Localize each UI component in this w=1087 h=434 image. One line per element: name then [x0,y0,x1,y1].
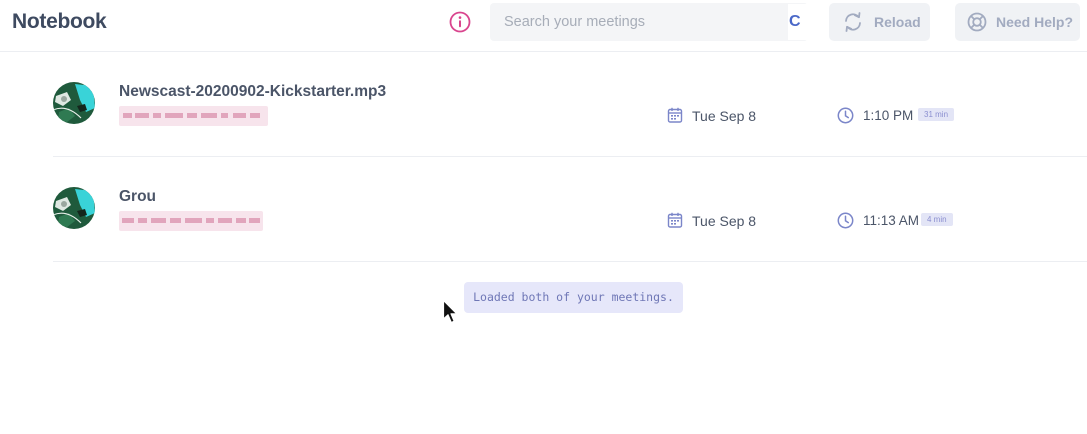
reload-icon [845,12,861,32]
lifebuoy-icon [967,12,987,32]
clock-icon [837,107,854,124]
meeting-title[interactable]: Grou [119,188,156,206]
mouse-pointer-icon [442,299,458,324]
clock-icon [837,212,854,229]
avatar [53,187,95,229]
app-header: Notebook C Reload Need Help? [0,0,1087,52]
redacted-snippet [119,106,268,126]
duration-badge: 31 min [918,108,955,121]
calendar-icon [667,212,683,228]
duration-badge: 4 min [921,213,953,226]
page-title: Notebook [12,10,107,33]
status-toast: Loaded both of your meetings. [464,282,683,313]
meeting-date: Tue Sep 8 [692,108,757,124]
reload-label: Reload [874,14,921,30]
meeting-title[interactable]: Newscast-20200902-Kickstarter.mp3 [119,83,386,101]
need-help-button[interactable]: Need Help? [955,3,1080,41]
meeting-row[interactable]: Grou Tue Sep 8 11:13 AM 4 min [53,157,1087,262]
search-box: C [490,3,808,41]
need-help-label: Need Help? [996,14,1074,30]
search-input[interactable] [490,3,788,41]
meeting-row[interactable]: Newscast-20200902-Kickstarter.mp3 Tue Se… [53,52,1087,157]
meeting-date: Tue Sep 8 [692,213,757,229]
redacted-snippet [119,211,263,231]
avatar [53,82,95,124]
meeting-time: 11:13 AM [863,213,920,228]
search-trailing-glyph: C [788,4,808,40]
reload-button[interactable]: Reload [829,3,930,41]
meeting-time: 1:10 PM [863,108,914,123]
calendar-icon [667,107,683,123]
info-icon[interactable] [449,11,471,33]
